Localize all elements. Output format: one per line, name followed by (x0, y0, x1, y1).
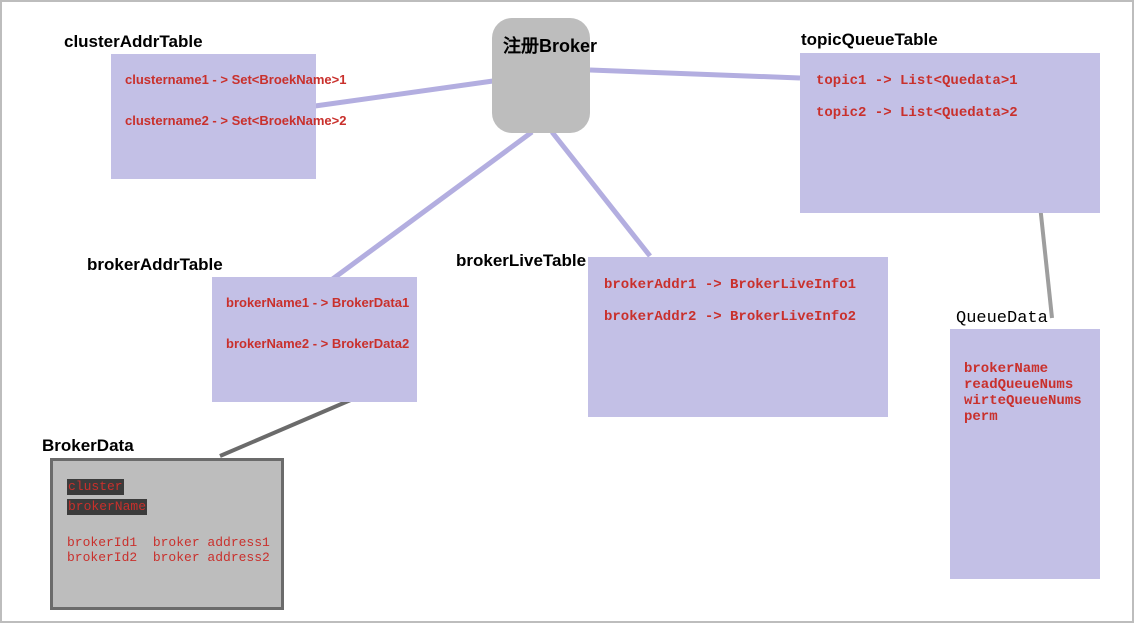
queue-data-box: brokerName readQueueNums wirteQueueNums … (950, 329, 1100, 579)
queue-data-field: wirteQueueNums (964, 393, 1086, 409)
broker-data-chip: brokerName (67, 497, 267, 517)
cluster-addr-table-box: clustername1 - > Set<BroekName>1 cluster… (111, 54, 316, 179)
topic-queue-row: topic1 -> List<Quedata>1 (816, 73, 1084, 89)
broker-live-row: brokerAddr1 -> BrokerLiveInfo1 (604, 277, 872, 293)
cluster-addr-row: clustername1 - > Set<BroekName>1 (125, 72, 302, 87)
cluster-addr-row: clustername2 - > Set<BroekName>2 (125, 113, 302, 128)
queue-data-title: QueueData (956, 309, 1048, 328)
central-node-label: 注册Broker (503, 32, 597, 58)
broker-data-title: BrokerData (42, 436, 134, 456)
broker-addr-table-box: brokerName1 - > BrokerData1 brokerName2 … (212, 277, 417, 402)
broker-data-line: brokerId1 broker address1 (67, 535, 267, 550)
broker-data-box: cluster brokerName brokerId1 broker addr… (50, 458, 284, 610)
diagram-canvas: 注册Broker clusterAddrTable clustername1 -… (0, 0, 1134, 623)
broker-live-table-box: brokerAddr1 -> BrokerLiveInfo1 brokerAdd… (588, 257, 888, 417)
broker-data-chip: cluster (67, 477, 267, 497)
broker-data-line: brokerId2 broker address2 (67, 550, 267, 565)
topic-queue-table-title: topicQueueTable (801, 30, 938, 50)
topic-queue-table-box: topic1 -> List<Quedata>1 topic2 -> List<… (800, 53, 1100, 213)
broker-addr-row: brokerName2 - > BrokerData2 (226, 336, 403, 351)
topic-queue-row: topic2 -> List<Quedata>2 (816, 105, 1084, 121)
queue-data-field: brokerName (964, 361, 1086, 377)
queue-data-field: readQueueNums (964, 377, 1086, 393)
broker-addr-row: brokerName1 - > BrokerData1 (226, 295, 403, 310)
cluster-addr-table-title: clusterAddrTable (64, 32, 203, 52)
broker-live-table-title: brokerLiveTable (456, 251, 586, 271)
broker-addr-table-title: brokerAddrTable (87, 255, 223, 275)
broker-live-row: brokerAddr2 -> BrokerLiveInfo2 (604, 309, 872, 325)
queue-data-field: perm (964, 409, 1086, 425)
